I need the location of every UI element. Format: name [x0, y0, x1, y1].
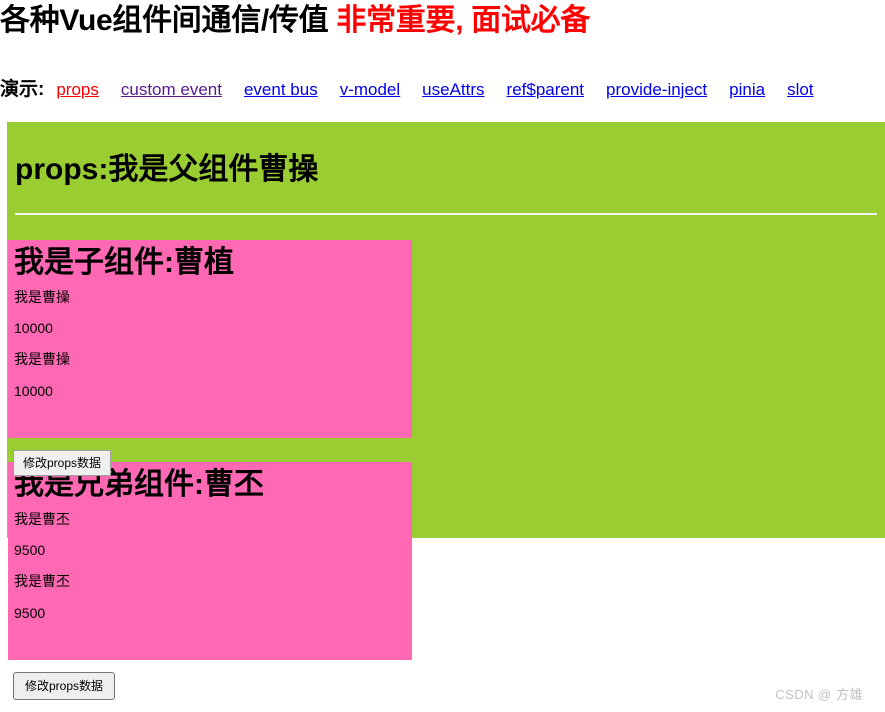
demo-navigation: 演示: props custom event event bus v-model…: [0, 74, 814, 102]
demo-link-slot[interactable]: slot: [787, 80, 813, 100]
sibling-component: 我是兄弟组件:曹丕 我是曹丕 9500 我是曹丕 9500: [8, 462, 412, 660]
child-modify-props-button[interactable]: 修改props数据: [13, 450, 112, 476]
demo-link-event-bus[interactable]: event bus: [244, 80, 318, 100]
demo-link-pinia[interactable]: pinia: [729, 80, 765, 100]
demo-link-custom-event[interactable]: custom event: [121, 80, 222, 100]
page-title-main: 各种Vue组件间通信/传值: [0, 4, 329, 37]
child-line-money-2: 10000: [14, 382, 53, 399]
demo-link-props[interactable]: props: [56, 80, 99, 100]
demo-link-v-model[interactable]: v-model: [340, 80, 400, 100]
csdn-watermark: CSDN @ 方雄: [775, 687, 863, 702]
demo-label: 演示:: [0, 79, 45, 100]
demo-link-provide-inject[interactable]: provide-inject: [606, 80, 707, 100]
parent-divider: [15, 213, 877, 215]
child-line-name-2: 我是曹操: [14, 351, 70, 368]
child-line-name: 我是曹操: [14, 288, 70, 305]
demo-link-ref-parent[interactable]: ref$parent: [507, 80, 585, 100]
parent-component-title: props:我是父组件曹操: [15, 153, 319, 186]
sibling-line-money: 9500: [14, 541, 46, 558]
page-title-accent: 非常重要, 面试必备: [336, 4, 591, 37]
sibling-modify-props-button[interactable]: 修改props数据: [13, 672, 116, 700]
sibling-line-name-2: 我是曹丕: [14, 573, 70, 590]
sibling-line-money-2: 9500: [14, 604, 46, 621]
child-line-money: 10000: [14, 319, 53, 336]
child-component-title: 我是子组件:曹植: [14, 246, 234, 279]
page-title: 各种Vue组件间通信/传值 非常重要, 面试必备: [0, 2, 590, 40]
demo-link-useattrs[interactable]: useAttrs: [422, 80, 484, 100]
sibling-line-name: 我是曹丕: [14, 510, 70, 527]
child-component: 我是子组件:曹植 我是曹操 10000 我是曹操 10000: [8, 240, 412, 438]
